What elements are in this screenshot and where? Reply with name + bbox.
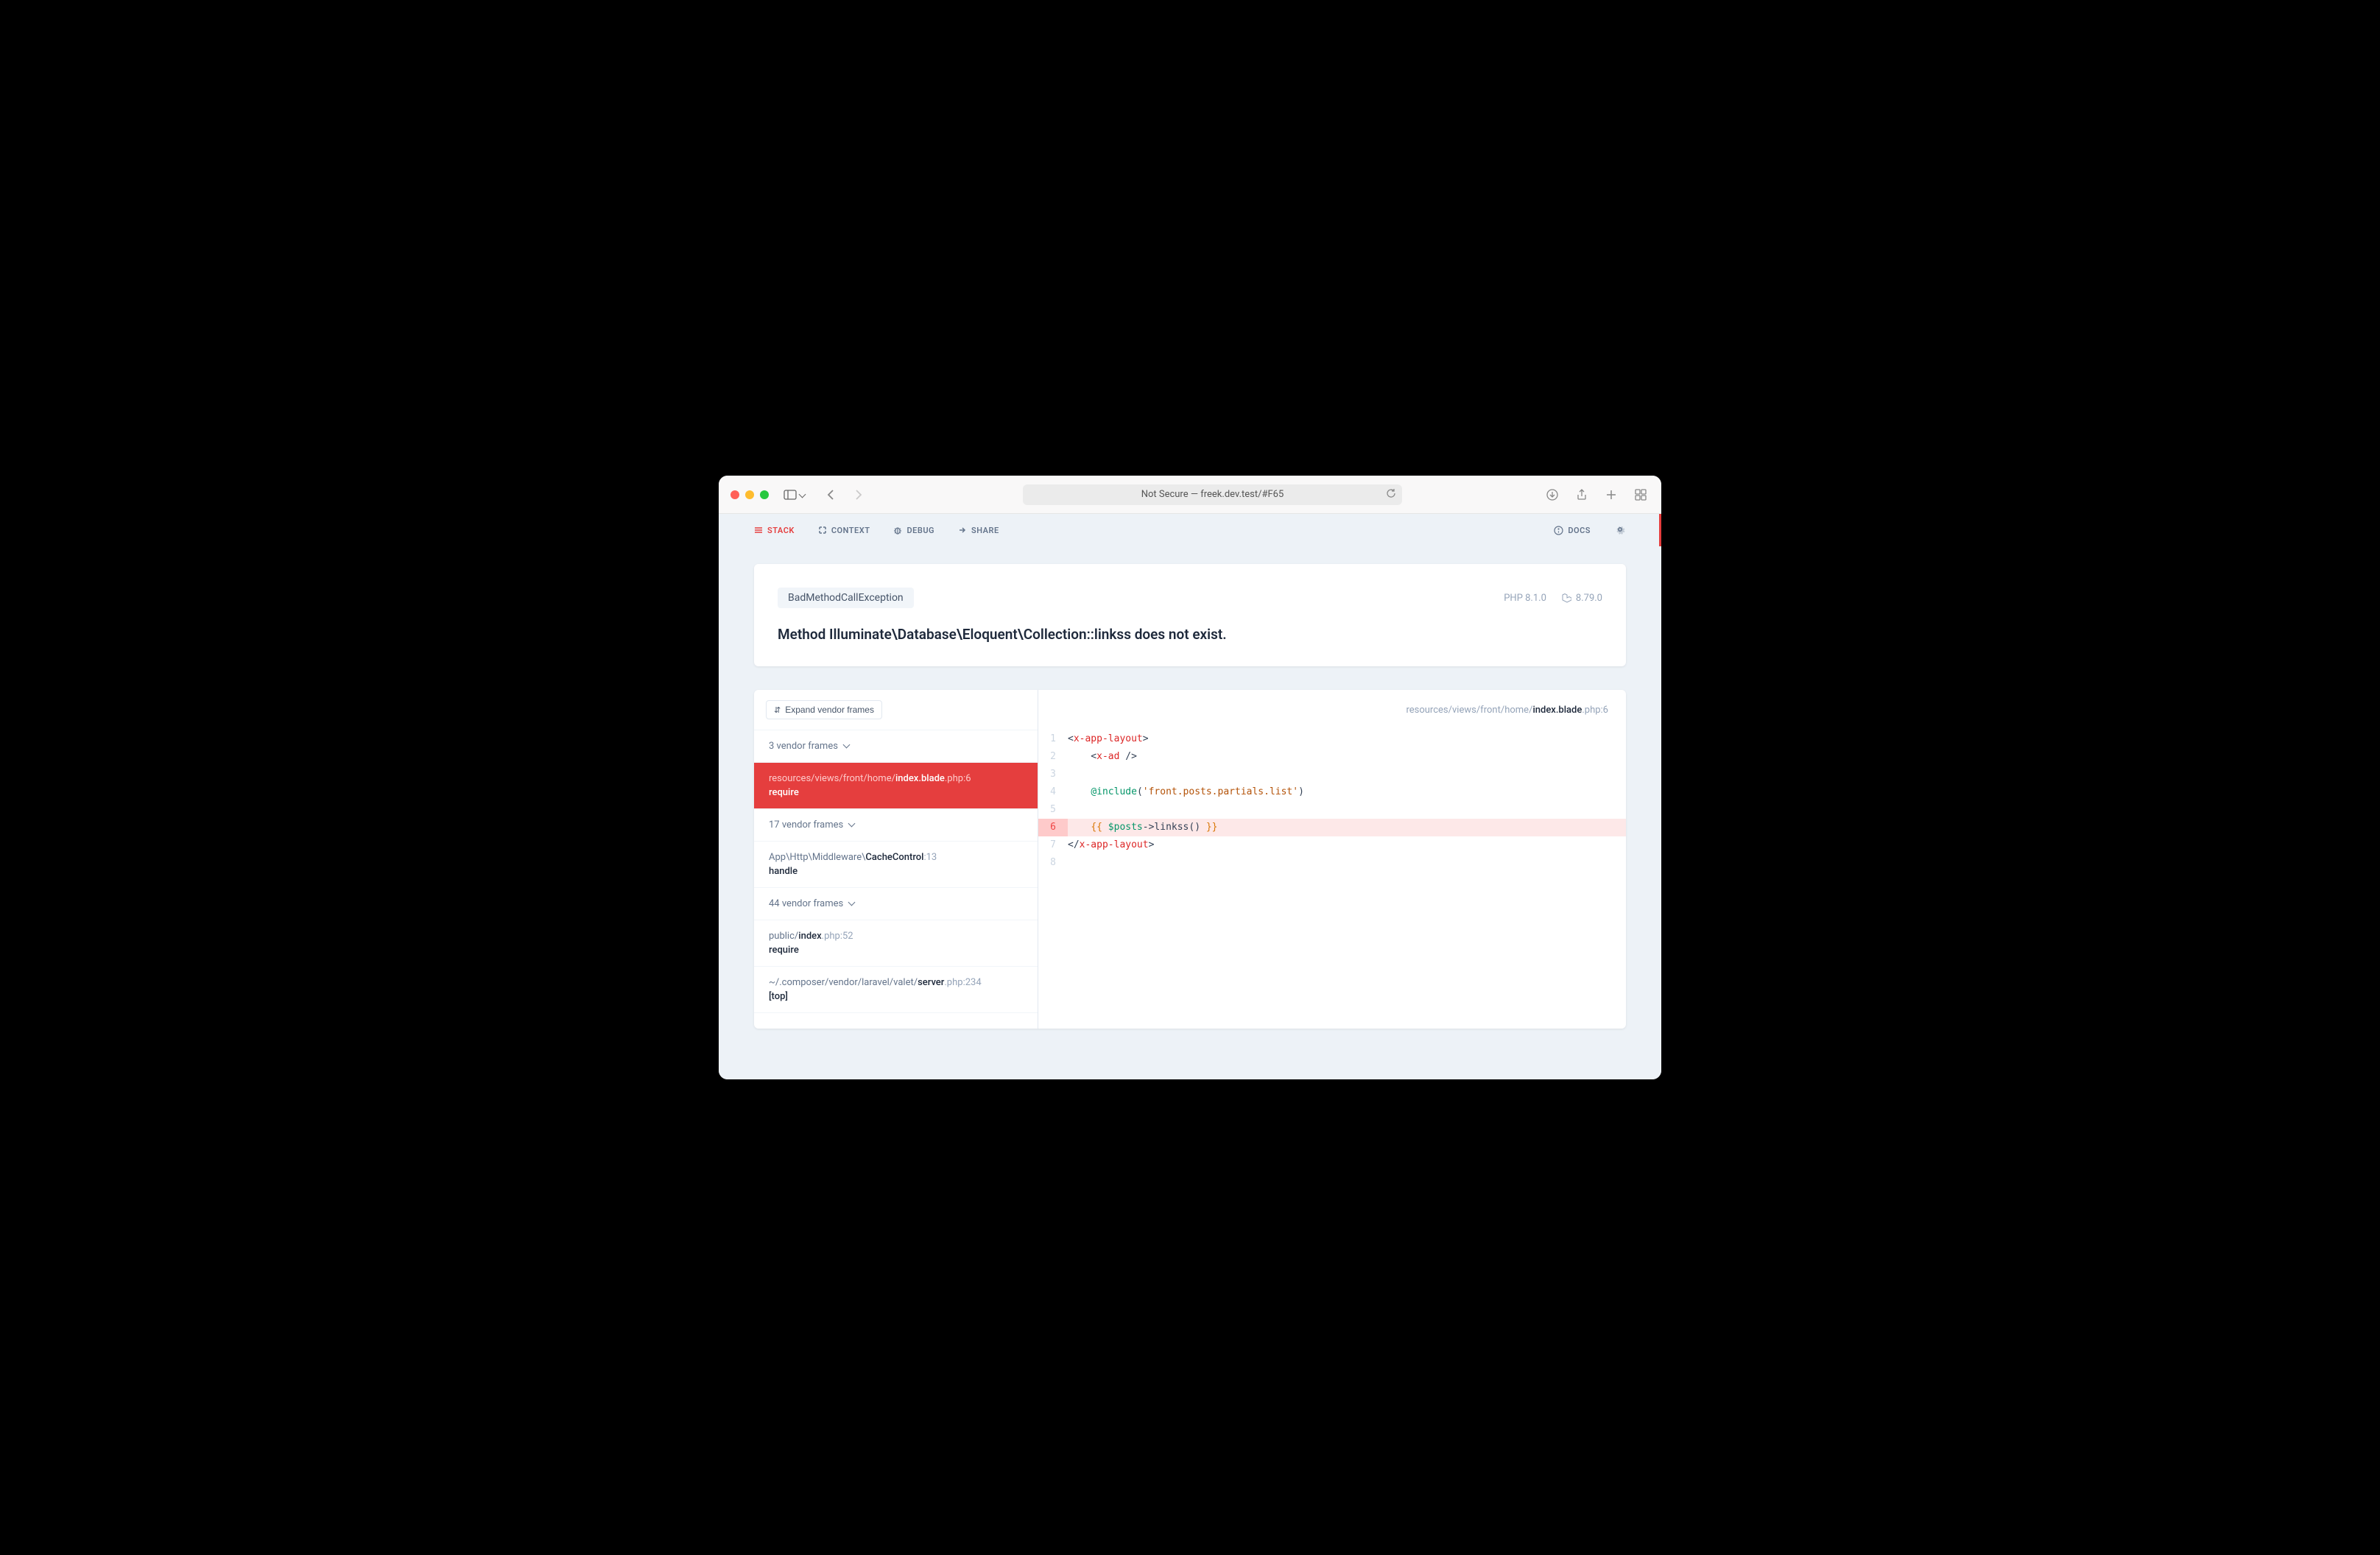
back-button[interactable] [823,486,840,504]
frames-list: Expand vendor frames 3 vendor frames res… [754,690,1038,1029]
code-line: 6 {{ $posts->linkss() }} [1038,819,1626,836]
browser-window: Not Secure — freek.dev.test/#F65 [719,476,1661,1079]
close-window-button[interactable] [730,490,739,499]
stack-panel: Expand vendor frames 3 vendor frames res… [754,690,1626,1029]
code-line: 7</x-app-layout> [1038,836,1626,854]
error-message: Method Illuminate\Database\Eloquent\Coll… [778,626,1602,643]
code-line: 5 [1038,801,1626,819]
nav-debug[interactable]: DEBUG [893,526,934,535]
sidebar-icon [784,490,797,500]
app-content: STACK CONTEXT DEBUG SHARE DOCS [719,514,1661,1079]
frame-item[interactable]: ~/.composer/vendor/laravel/valet/server.… [754,967,1038,1013]
frame-item[interactable]: App\Http\Middleware\CacheControl:13handl… [754,842,1038,888]
nav-docs[interactable]: DOCS [1554,526,1591,535]
frame-item[interactable]: 17 vendor frames [754,809,1038,842]
code-lines: 1<x-app-layout>2 <x-ad />34 @include('fr… [1038,730,1626,872]
frame-item[interactable]: resources/views/front/home/index.blade.p… [754,763,1038,809]
chevron-down-icon [849,898,854,909]
tabs-overview-button[interactable] [1632,486,1650,504]
chevron-down-icon [849,819,854,831]
downloads-button[interactable] [1543,486,1561,504]
laravel-version: 8.79.0 [1561,593,1602,604]
code-line: 1<x-app-layout> [1038,730,1626,748]
expand-icon [774,705,781,715]
chevron-down-icon [844,741,849,752]
code-view: resources/views/front/home/index.blade.p… [1038,690,1626,1029]
forward-button[interactable] [849,486,867,504]
code-line: 2 <x-ad /> [1038,748,1626,766]
share-icon [958,526,967,535]
sidebar-toggle[interactable] [784,487,805,501]
code-file-path: resources/views/front/home/index.blade.p… [1038,705,1626,730]
minimize-window-button[interactable] [745,490,754,499]
code-line: 4 @include('front.posts.partials.list') [1038,783,1626,801]
context-icon [818,526,827,535]
frame-item[interactable]: 44 vendor frames [754,888,1038,920]
expand-vendor-button[interactable]: Expand vendor frames [766,700,882,719]
reload-button[interactable] [1386,488,1396,501]
window-controls [730,490,769,499]
gear-icon [1614,523,1626,535]
browser-toolbar: Not Secure — freek.dev.test/#F65 [719,476,1661,514]
code-line: 3 [1038,766,1626,783]
maximize-window-button[interactable] [760,490,769,499]
chevron-down-icon [800,487,805,501]
frame-item[interactable]: 3 vendor frames [754,730,1038,763]
nav-context[interactable]: CONTEXT [818,526,870,535]
url-bar[interactable]: Not Secure — freek.dev.test/#F65 [1023,484,1402,505]
share-button[interactable] [1573,486,1591,504]
url-text: Not Secure — freek.dev.test/#F65 [1141,489,1284,500]
app-nav: STACK CONTEXT DEBUG SHARE DOCS [719,514,1661,546]
nav-stack[interactable]: STACK [754,526,795,535]
stack-icon [754,526,763,535]
docs-icon [1554,526,1563,535]
settings-button[interactable] [1614,523,1626,537]
frame-item[interactable]: public/index.php:52require [754,920,1038,967]
nav-share[interactable]: SHARE [958,526,999,535]
laravel-icon [1561,593,1571,603]
error-card: BadMethodCallException PHP 8.1.0 8.79.0 … [754,564,1626,666]
php-version: PHP 8.1.0 [1504,593,1546,604]
new-tab-button[interactable] [1602,486,1620,504]
bug-icon [893,526,902,535]
error-indicator [1659,514,1661,546]
exception-badge: BadMethodCallException [778,588,914,608]
code-line: 8 [1038,854,1626,872]
